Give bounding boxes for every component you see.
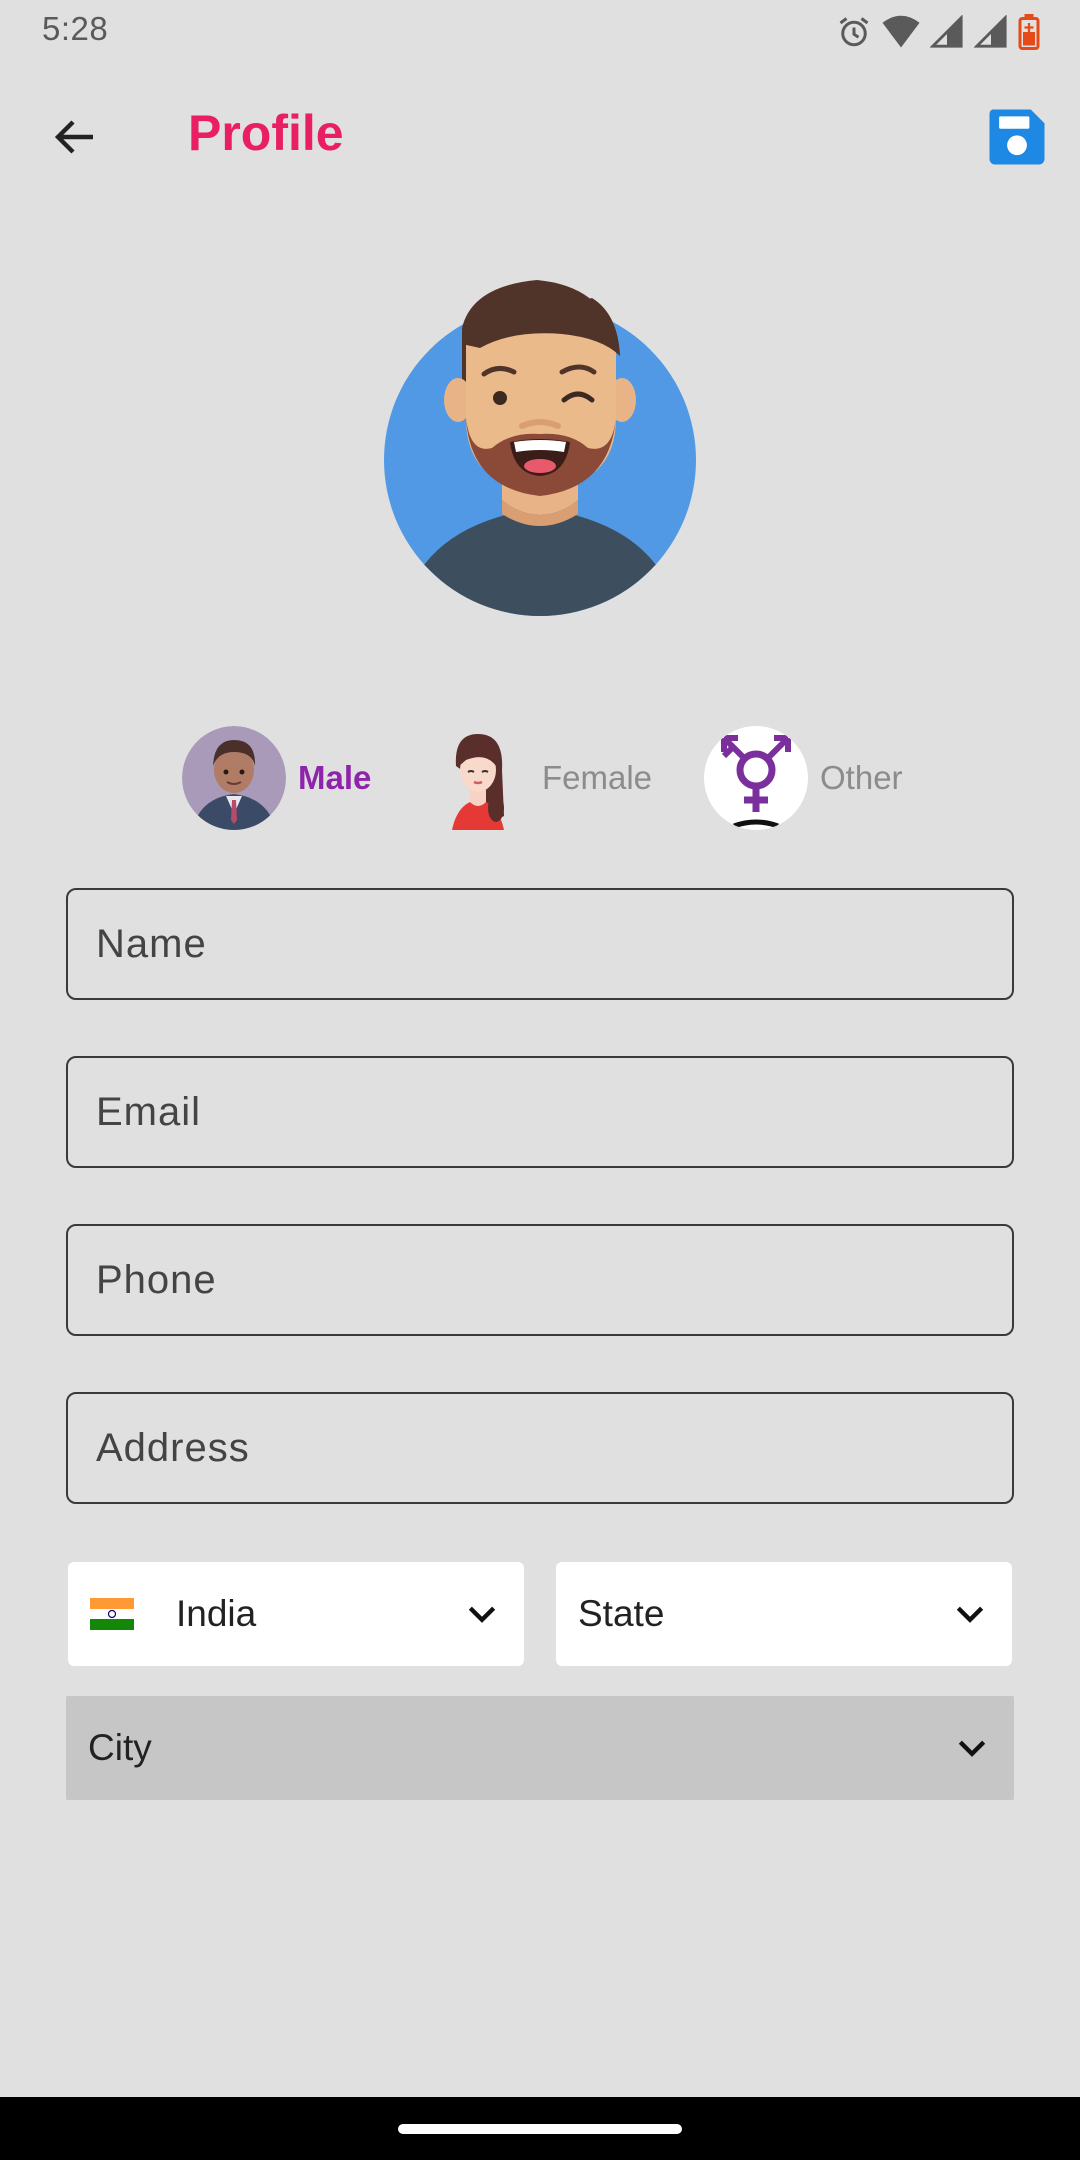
home-gesture-handle[interactable]: [398, 2124, 682, 2134]
address-input[interactable]: [94, 1424, 1012, 1472]
save-button[interactable]: [984, 104, 1050, 170]
transgender-symbol-icon: [704, 726, 808, 830]
chevron-down-icon: [958, 1740, 986, 1757]
signal-icon: [930, 15, 963, 48]
email-field[interactable]: [66, 1056, 1014, 1168]
name-field[interactable]: [66, 888, 1014, 1000]
phone-field[interactable]: [66, 1224, 1014, 1336]
gender-label-female: Female: [542, 759, 653, 796]
wifi-icon: [882, 15, 920, 48]
phone-input[interactable]: [94, 1256, 1012, 1304]
address-field[interactable]: [66, 1392, 1014, 1504]
gender-option-other[interactable]: Other: [704, 726, 903, 830]
chevron-down-icon: [956, 1606, 984, 1623]
country-value: India: [176, 1593, 257, 1634]
india-flag-icon: [90, 1598, 134, 1631]
back-button[interactable]: [40, 102, 110, 172]
country-dropdown[interactable]: India: [68, 1562, 524, 1666]
status-time: 5:28: [42, 10, 109, 47]
city-dropdown[interactable]: City: [66, 1696, 1014, 1800]
email-input[interactable]: [94, 1088, 1012, 1136]
alarm-icon: [839, 17, 869, 47]
gender-label-male: Male: [298, 759, 372, 796]
city-value: City: [88, 1727, 152, 1768]
state-dropdown[interactable]: State: [556, 1562, 1012, 1666]
gender-option-female[interactable]: Female: [426, 726, 652, 830]
profile-avatar[interactable]: [362, 268, 712, 628]
name-input[interactable]: [94, 920, 1012, 968]
avatar-image: [384, 280, 696, 616]
state-value: State: [578, 1593, 665, 1634]
gender-option-male[interactable]: Male: [182, 726, 371, 830]
signal-icon: [974, 15, 1007, 48]
floppy-disk-icon: [989, 109, 1045, 165]
battery-icon: [1018, 14, 1040, 50]
status-icons: [836, 12, 1040, 52]
chevron-down-icon: [468, 1606, 496, 1623]
gender-label-other: Other: [820, 759, 903, 796]
male-avatar-icon: [182, 726, 286, 830]
arrow-left-icon: [54, 120, 93, 154]
female-avatar-icon: [426, 726, 530, 830]
status-bar: 5:28: [0, 0, 1080, 64]
page-title: Profile: [188, 105, 344, 161]
